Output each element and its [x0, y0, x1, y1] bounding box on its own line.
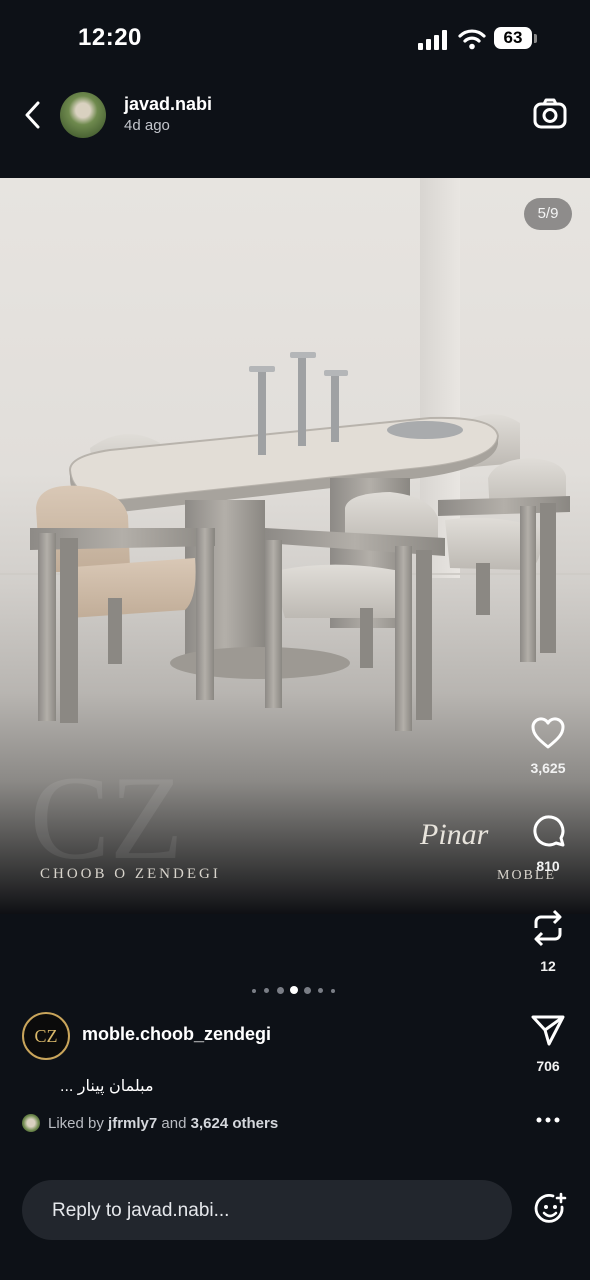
- watermark-brand: CHOOB O ZENDEGI: [40, 866, 221, 882]
- signal-icon: [418, 30, 447, 50]
- emoji-icon[interactable]: [534, 1192, 568, 1226]
- watermark-signature: Pinar: [420, 818, 489, 851]
- status-bar: 12:20 63: [0, 0, 590, 80]
- comment-icon[interactable]: [530, 812, 566, 848]
- liked-middle: and: [161, 1115, 187, 1132]
- avatar[interactable]: [60, 92, 106, 138]
- post-image[interactable]: CZ 5/9 CHOOB O ZENDEGI Pinar MOBLE: [0, 178, 590, 914]
- liked-prefix: Liked by: [48, 1115, 104, 1132]
- repost-action[interactable]: 12: [524, 908, 572, 974]
- liked-others[interactable]: 3,624 others: [191, 1115, 279, 1132]
- heart-icon[interactable]: [530, 716, 566, 750]
- comment-action[interactable]: 810: [524, 812, 572, 874]
- like-action[interactable]: 3,625: [524, 716, 572, 776]
- liker-avatar: [22, 1114, 40, 1132]
- wifi-icon: [458, 29, 486, 50]
- caption-text: مبلمان پینار ...: [60, 1078, 154, 1095]
- more-icon[interactable]: [536, 1110, 560, 1130]
- share-count: 706: [536, 1058, 560, 1074]
- comment-count: 810: [536, 858, 560, 874]
- liked-user[interactable]: jfrmly7: [108, 1115, 157, 1132]
- owner-username[interactable]: moble.choob_zendegi: [82, 1024, 271, 1045]
- repost-count: 12: [540, 958, 556, 974]
- time-ago: 4d ago: [124, 117, 170, 134]
- share-action[interactable]: 706: [524, 1012, 572, 1074]
- back-icon[interactable]: [22, 100, 44, 130]
- reply-input[interactable]: [50, 1180, 494, 1242]
- battery-level: 63: [494, 27, 532, 49]
- share-icon[interactable]: [530, 1012, 566, 1048]
- svg-text:CZ: CZ: [30, 751, 183, 884]
- carousel-indicator: [250, 986, 340, 996]
- reply-bar: [22, 1180, 512, 1242]
- liked-by[interactable]: Liked by jfrmly7 and 3,624 others: [22, 1114, 278, 1132]
- furniture-illustration: CZ: [30, 352, 570, 884]
- like-count: 3,625: [530, 760, 566, 776]
- story-header: javad.nabi 4d ago: [0, 84, 590, 148]
- owner-avatar[interactable]: CZ: [22, 1012, 70, 1060]
- status-time: 12:20: [78, 24, 142, 51]
- camera-icon[interactable]: [532, 96, 568, 132]
- battery-icon: 63: [494, 27, 538, 51]
- username[interactable]: javad.nabi: [124, 94, 212, 115]
- repost-icon[interactable]: [530, 908, 566, 948]
- image-counter: 5/9: [524, 198, 572, 230]
